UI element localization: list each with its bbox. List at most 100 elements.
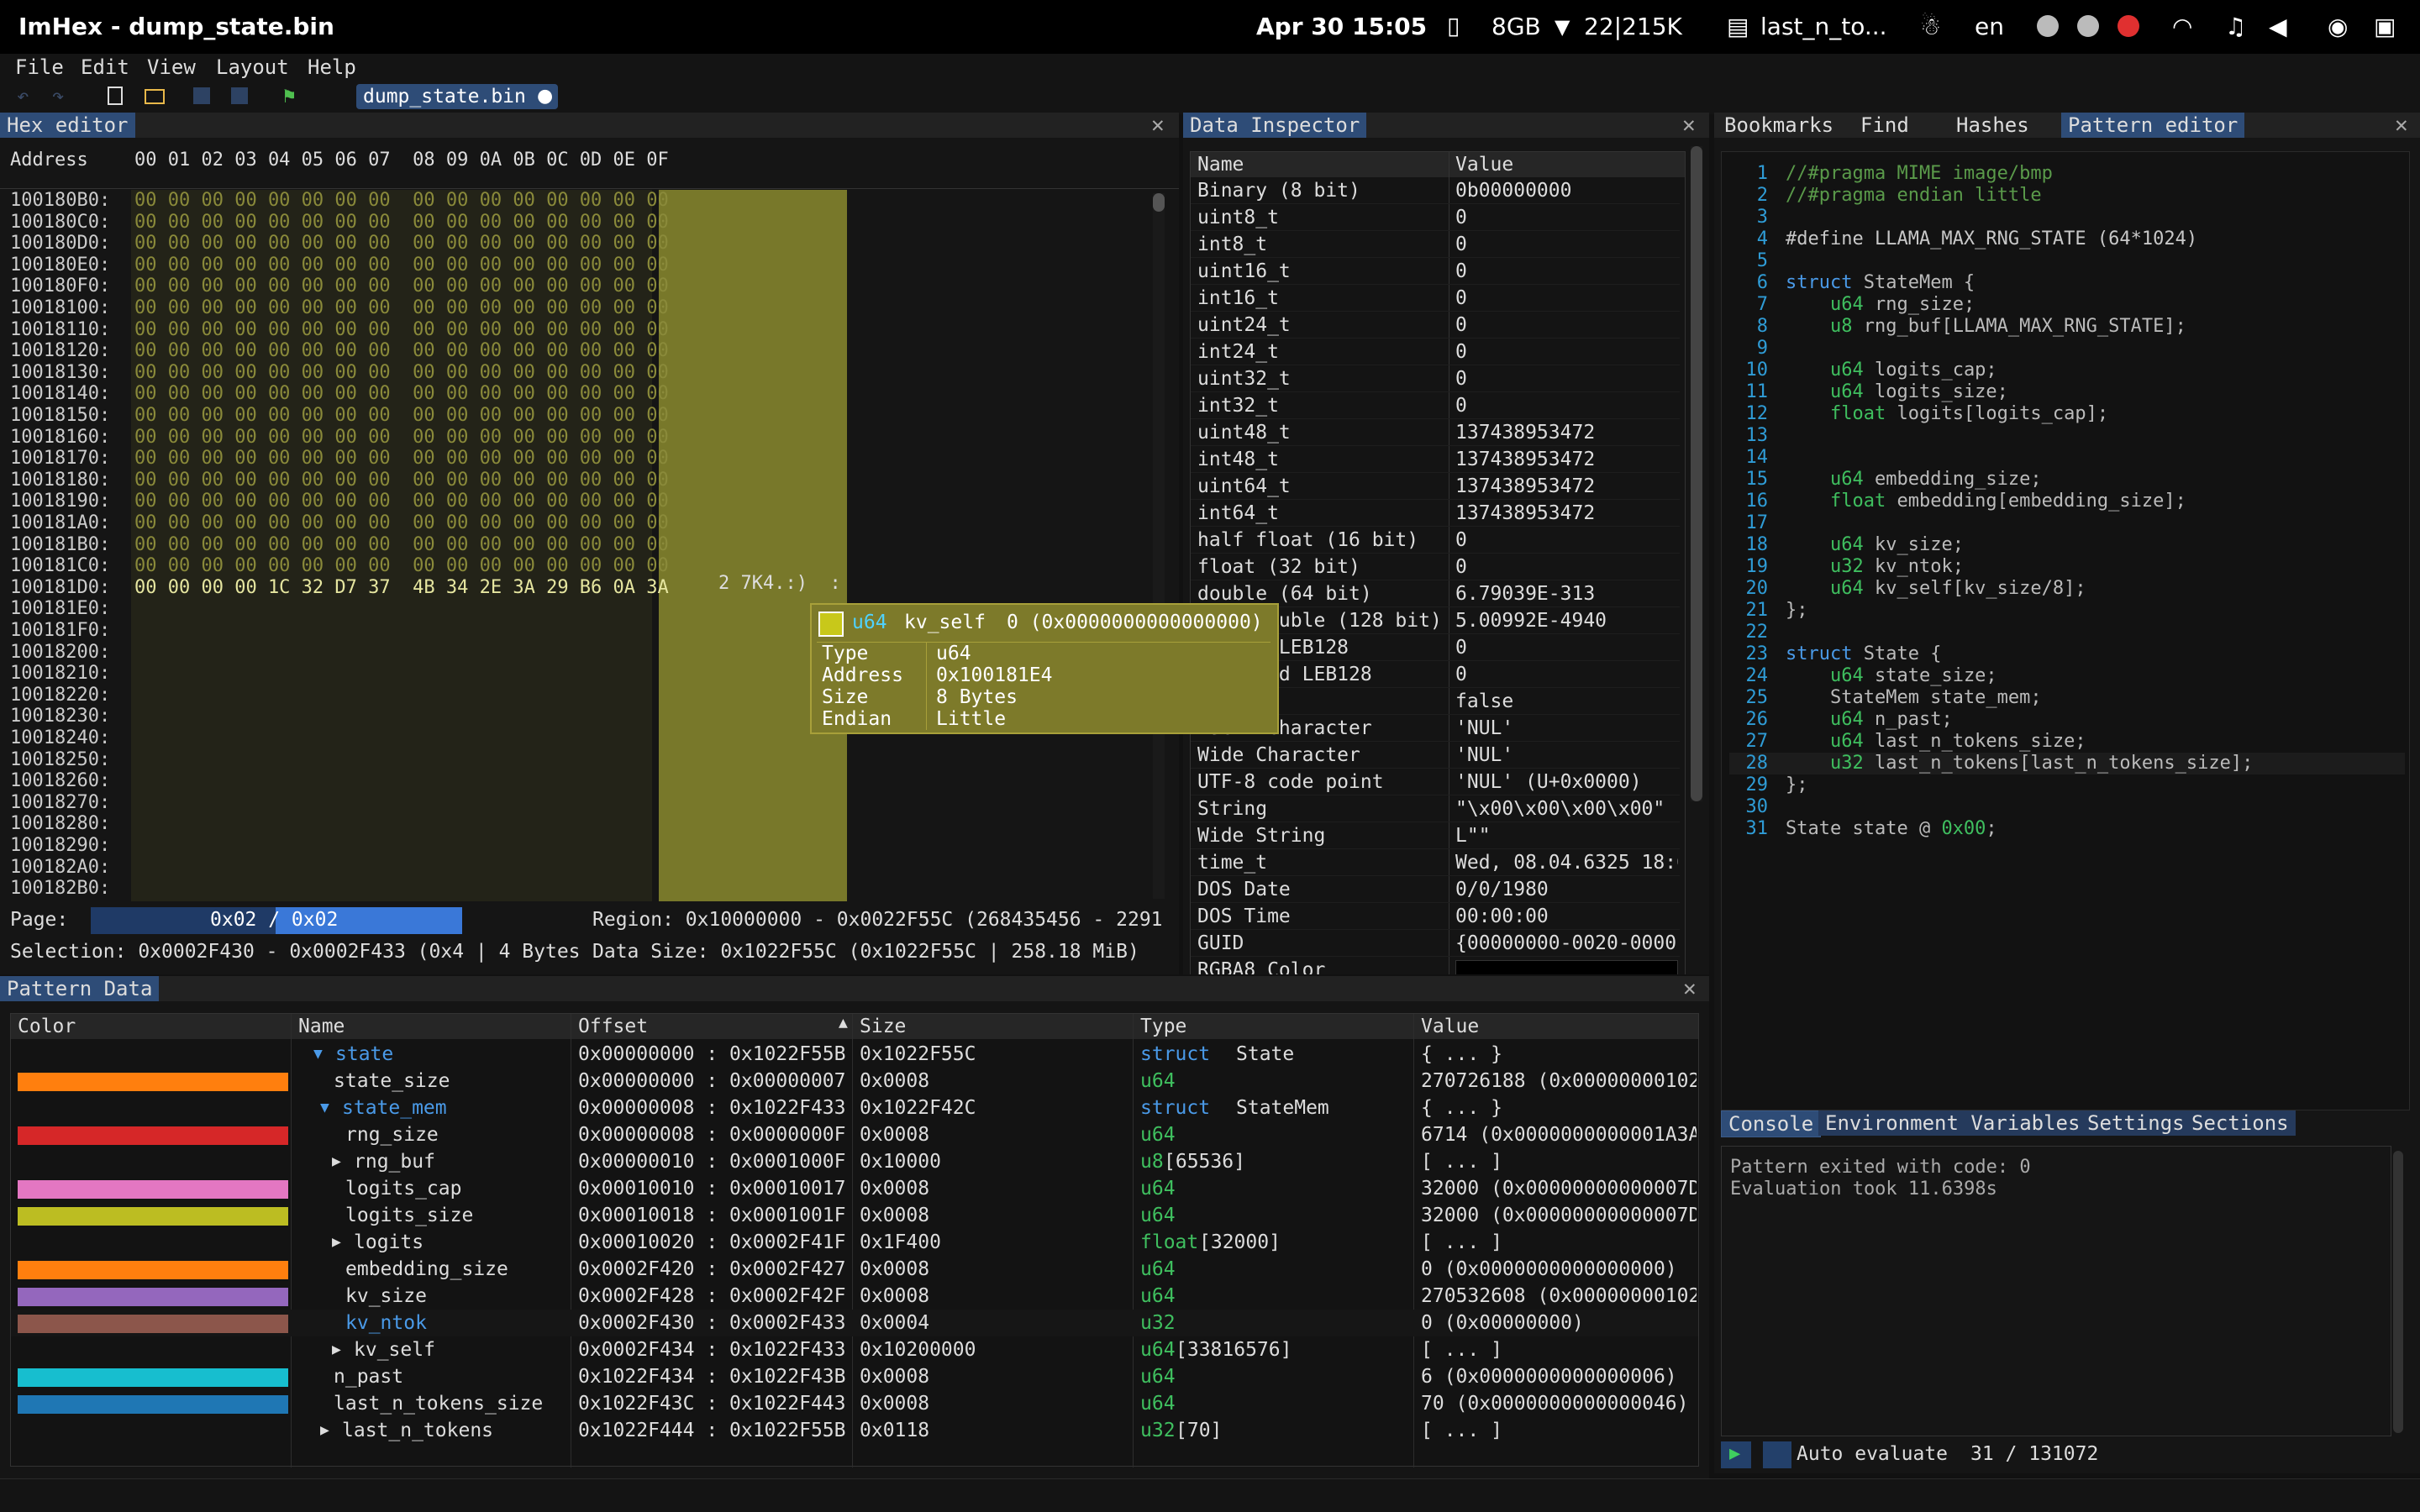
- pattern-row[interactable]: logits_cap 0x00010010 : 0x00010017 0x0008 u…: [11, 1175, 1698, 1202]
- inspector-row-value[interactable]: 137438953472: [1455, 473, 1678, 500]
- col-value[interactable]: Value: [1421, 1016, 1479, 1037]
- pattern-row[interactable]: ▶ kv_self 0x0002F434 : 0x1022F433 0x1020000…: [11, 1336, 1698, 1363]
- inspector-row[interactable]: String "\x00\x00\x00\x00": [1191, 795, 1680, 822]
- tab-pattern-editor[interactable]: Pattern editor: [2061, 113, 2245, 138]
- collapse-arrow-icon[interactable]: ▼: [320, 1095, 329, 1121]
- code-line[interactable]: u64 rng_size;: [1786, 294, 1975, 315]
- hex-row-bytes[interactable]: 00 00 00 00 00 00 00 00 00 00 00 00 00 0…: [134, 427, 669, 448]
- pattern-row-value[interactable]: 270726188 (0x00000000102: [1421, 1068, 1697, 1095]
- wifi-icon[interactable]: ◠: [2172, 13, 2192, 40]
- col-name[interactable]: Name: [298, 1016, 345, 1037]
- pattern-row[interactable]: n_past 0x1022F434 : 0x1022F43B 0x0008 u64 6 …: [11, 1363, 1698, 1390]
- inspector-row[interactable]: time_t Wed, 08.04.6325 18:0: [1191, 849, 1680, 876]
- inspector-row[interactable]: int64_t 137438953472: [1191, 500, 1680, 527]
- inspector-row[interactable]: int16_t 0: [1191, 285, 1680, 312]
- inspector-row[interactable]: RGBA8 Color: [1191, 957, 1680, 974]
- pattern-row-value[interactable]: [ ... ]: [1421, 1229, 1697, 1256]
- inspector-row-value[interactable]: 0: [1455, 661, 1678, 688]
- hex-row-bytes[interactable]: 00 00 00 00 00 00 00 00 00 00 00 00 00 0…: [134, 362, 669, 383]
- col-color[interactable]: Color: [18, 1016, 76, 1037]
- pattern-row[interactable]: state_size 0x00000000 : 0x00000007 0x0008 u…: [11, 1068, 1698, 1095]
- code-line[interactable]: u64 logits_size;: [1786, 381, 2008, 402]
- inspector-row-value[interactable]: 0: [1455, 554, 1678, 580]
- hex-row-bytes[interactable]: 00 00 00 00 00 00 00 00 00 00 00 00 00 0…: [134, 276, 669, 297]
- menu-layout[interactable]: Layout: [216, 55, 289, 79]
- code-line[interactable]: };: [1786, 774, 1808, 795]
- inspector-row-value[interactable]: 0: [1455, 365, 1678, 392]
- volume-icon[interactable]: ◀: [2269, 13, 2287, 40]
- hex-row-bytes[interactable]: 00 00 00 00 00 00 00 00 00 00 00 00 00 0…: [134, 233, 669, 254]
- inspector-row[interactable]: int48_t 137438953472: [1191, 446, 1680, 473]
- hex-row-bytes[interactable]: 00 00 00 00 00 00 00 00 00 00 00 00 00 0…: [134, 297, 669, 318]
- pattern-row-value[interactable]: { ... }: [1421, 1095, 1697, 1121]
- hex-row-bytes[interactable]: 00 00 00 00 00 00 00 00 00 00 00 00 00 0…: [134, 405, 669, 426]
- pattern-row-value[interactable]: 6 (0x0000000000000006): [1421, 1363, 1697, 1390]
- code-line[interactable]: u64 kv_size;: [1786, 534, 1964, 555]
- new-file-icon[interactable]: [108, 87, 123, 105]
- tab-find[interactable]: Find: [1854, 113, 1916, 138]
- code-line[interactable]: u64 logits_cap;: [1786, 360, 1997, 381]
- page-slider[interactable]: 0x02 / 0x02: [91, 907, 462, 934]
- close-icon[interactable]: ✕: [1151, 113, 1165, 138]
- tab-bookmarks[interactable]: Bookmarks: [1718, 113, 1840, 138]
- code-line[interactable]: u8 rng_buf[LLAMA_MAX_RNG_STATE];: [1786, 316, 2186, 337]
- menu-file[interactable]: File: [15, 55, 64, 79]
- inspector-row[interactable]: half float (16 bit) 0: [1191, 527, 1680, 554]
- inspector-row-value[interactable]: 137438953472: [1455, 446, 1678, 473]
- tab-data-inspector[interactable]: Data Inspector: [1183, 113, 1367, 138]
- code-line[interactable]: State state @ 0x00;: [1786, 818, 1997, 839]
- hex-row-bytes[interactable]: 00 00 00 00 00 00 00 00 00 00 00 00 00 0…: [134, 555, 669, 576]
- inspector-row[interactable]: float (32 bit) 0: [1191, 554, 1680, 580]
- tab-sections[interactable]: Sections: [2185, 1110, 2296, 1136]
- hex-row-bytes[interactable]: 00 00 00 00 00 00 00 00 00 00 00 00 00 0…: [134, 212, 669, 233]
- pattern-row-value[interactable]: [ ... ]: [1421, 1336, 1697, 1363]
- code-line[interactable]: u64 kv_self[kv_size/8];: [1786, 578, 2086, 599]
- sort-ascending-icon[interactable]: ▲: [839, 1014, 848, 1032]
- pattern-row[interactable]: ▶ last_n_tokens 0x1022F444 : 0x1022F55B 0x0…: [11, 1417, 1698, 1444]
- inspector-row-value[interactable]: 'NUL': [1455, 742, 1678, 769]
- collapse-arrow-icon[interactable]: ▼: [313, 1041, 323, 1068]
- ascii-highlight-area[interactable]: [659, 190, 847, 901]
- inspector-row-value[interactable]: 0/0/1980: [1455, 876, 1678, 903]
- inspector-row-value[interactable]: 0: [1455, 204, 1678, 231]
- code-line[interactable]: float embedding[embedding_size];: [1786, 491, 2186, 512]
- inspector-row-value[interactable]: 0: [1455, 285, 1678, 312]
- col-size[interactable]: Size: [860, 1016, 906, 1037]
- inspector-row-value[interactable]: 0: [1455, 634, 1678, 661]
- inspector-row-value[interactable]: 0: [1455, 392, 1678, 419]
- clock[interactable]: Apr 30 15:05: [1256, 13, 1427, 40]
- pattern-row-value[interactable]: [ ... ]: [1421, 1417, 1697, 1444]
- pattern-row[interactable]: kv_ntok 0x0002F430 : 0x0002F433 0x0004 u32 0…: [11, 1310, 1698, 1336]
- tab-console[interactable]: Console: [1721, 1110, 1822, 1137]
- code-line[interactable]: u64 last_n_tokens_size;: [1786, 731, 2086, 752]
- save-as-icon[interactable]: [231, 87, 248, 104]
- hex-row-bytes[interactable]: 00 00 00 00 00 00 00 00 00 00 00 00 00 0…: [134, 512, 669, 533]
- inspector-row-value[interactable]: 0b00000000: [1455, 177, 1678, 204]
- inspector-row-value[interactable]: 00:00:00: [1455, 903, 1678, 930]
- inspector-row[interactable]: uint64_t 137438953472: [1191, 473, 1680, 500]
- code-line[interactable]: float logits[logits_cap];: [1786, 403, 2108, 424]
- pattern-row[interactable]: ▶ logits 0x00010020 : 0x0002F41F 0x1F400 flo…: [11, 1229, 1698, 1256]
- code-line[interactable]: u32 last_n_tokens[last_n_tokens_size];: [1786, 753, 2253, 774]
- code-line[interactable]: u32 kv_ntok;: [1786, 556, 1964, 577]
- inspector-row-value[interactable]: 137438953472: [1455, 419, 1678, 446]
- inspector-row[interactable]: DOS Time 00:00:00: [1191, 903, 1680, 930]
- code-line[interactable]: u64 embedding_size;: [1786, 469, 2042, 490]
- inspector-row-value[interactable]: L"": [1455, 822, 1678, 849]
- inspector-row-value[interactable]: Wed, 08.04.6325 18:0: [1455, 849, 1678, 876]
- inspector-row-value[interactable]: 'NUL': [1455, 715, 1678, 742]
- hex-row-bytes[interactable]: 00 00 00 00 00 00 00 00 00 00 00 00 00 0…: [134, 534, 669, 555]
- bookmark-icon[interactable]: ⚑: [283, 84, 295, 108]
- expand-arrow-icon[interactable]: ▶: [332, 1148, 341, 1175]
- inspector-row-value[interactable]: false: [1455, 688, 1678, 715]
- inspector-row[interactable]: uint8_t 0: [1191, 204, 1680, 231]
- hex-scrollbar-thumb[interactable]: [1153, 193, 1165, 212]
- pattern-row-value[interactable]: { ... }: [1421, 1041, 1697, 1068]
- inspector-row[interactable]: Wide Character 'NUL': [1191, 742, 1680, 769]
- pattern-row-value[interactable]: 0 (0x00000000): [1421, 1310, 1697, 1336]
- tab-environment-variables[interactable]: Environment Variables: [1818, 1110, 2087, 1136]
- pattern-row-value[interactable]: 70 (0x0000000000000046): [1421, 1390, 1697, 1417]
- run-button[interactable]: ▶: [1721, 1441, 1751, 1468]
- inspector-row-value[interactable]: 137438953472: [1455, 500, 1678, 527]
- inspector-row[interactable]: uint32_t 0: [1191, 365, 1680, 392]
